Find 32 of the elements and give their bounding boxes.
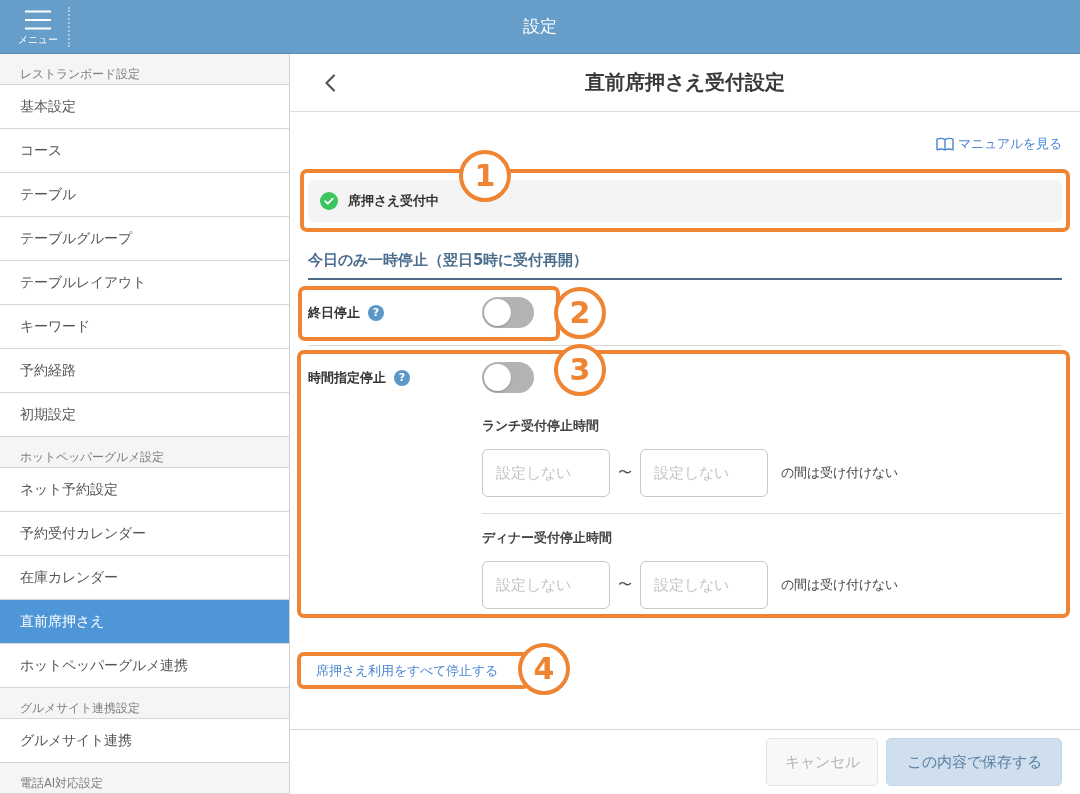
callout-number: 4	[518, 643, 570, 695]
status-text: 席押さえ受付中	[348, 192, 439, 210]
check-circle-icon	[320, 192, 338, 210]
range-separator: 〜	[617, 464, 633, 482]
sidebar-section-header: ホットペッパーグルメ設定	[0, 437, 289, 468]
suffix-text: の間は受け付けない	[781, 464, 898, 482]
time-field[interactable]: 設定しない	[482, 449, 610, 497]
back-icon[interactable]	[323, 73, 337, 92]
callout-number: 1	[459, 150, 511, 202]
menu-icon	[25, 10, 51, 30]
book-icon	[936, 137, 954, 151]
manual-link[interactable]: マニュアルを見る	[936, 136, 1062, 152]
time-field[interactable]: 設定しない	[482, 561, 610, 609]
suffix-text: の間は受け付けない	[781, 576, 898, 594]
sidebar-section-header: レストランボード設定	[0, 54, 289, 85]
header-title: 設定	[523, 15, 557, 38]
time-field[interactable]: 設定しない	[640, 561, 768, 609]
toggle-switch[interactable]	[482, 362, 534, 393]
range-title: ディナー受付停止時間	[482, 530, 613, 546]
stop-all-link[interactable]: 席押さえ利用をすべて停止する	[316, 662, 498, 680]
sidebar-section-header: 電話AI対応設定	[0, 763, 289, 794]
setting-label: 終日停止	[308, 303, 360, 322]
range-separator: 〜	[617, 576, 633, 594]
time-field[interactable]: 設定しない	[640, 449, 768, 497]
callout-number: 3	[554, 344, 606, 396]
toggle-switch[interactable]	[482, 297, 534, 328]
setting-label: 時間指定停止	[308, 368, 386, 387]
range-title: ランチ受付停止時間	[482, 418, 600, 434]
section-heading: 今日のみ一時停止（翌日5時に受付再開）	[308, 250, 1062, 280]
sidebar-section-header: グルメサイト連携設定	[0, 688, 289, 719]
callout-number: 2	[554, 287, 606, 339]
page-title: 直前席押さえ受付設定	[584, 69, 786, 96]
